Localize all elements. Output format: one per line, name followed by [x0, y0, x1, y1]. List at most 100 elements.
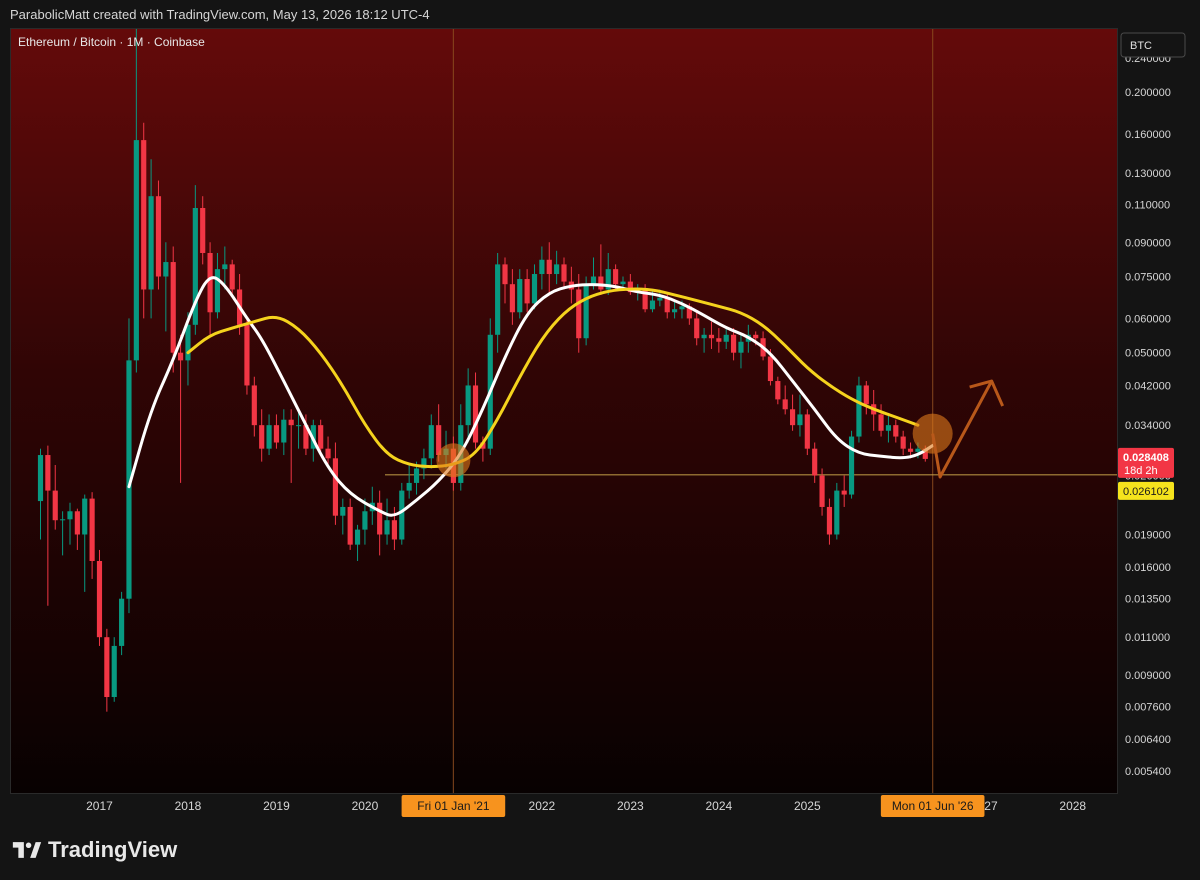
- candle-body: [428, 425, 434, 459]
- candle-body: [207, 252, 213, 313]
- candle-body: [281, 419, 287, 443]
- candle-body: [45, 455, 51, 491]
- candle-body: [502, 264, 508, 285]
- x-tick-label: 2023: [617, 799, 644, 813]
- candle-body: [694, 318, 700, 339]
- candle: [119, 591, 125, 656]
- candle-body: [340, 506, 346, 516]
- y-tick-label: 0.130000: [1125, 168, 1171, 180]
- candle-body: [834, 490, 840, 535]
- candle-body: [141, 140, 147, 290]
- candle-body: [546, 259, 552, 275]
- candle-body: [347, 506, 353, 545]
- candle-body: [377, 502, 383, 535]
- candle-body: [775, 381, 781, 400]
- price-chart[interactable]: Ethereum / Bitcoin · 1M · Coinbase 0.240…: [0, 0, 1200, 820]
- candle: [856, 376, 862, 443]
- candle-body: [200, 207, 206, 253]
- currency-button[interactable]: BTC: [1120, 32, 1186, 58]
- candle-body: [111, 645, 117, 698]
- x-tick-label: 2028: [1059, 799, 1086, 813]
- candle: [126, 318, 132, 614]
- candle-body: [708, 334, 715, 339]
- x-tick-label: 2020: [352, 799, 379, 813]
- candle-body: [576, 289, 582, 339]
- candle-body: [413, 468, 420, 483]
- candle-body: [214, 269, 221, 313]
- candle-body: [148, 196, 154, 290]
- candle-body: [590, 276, 597, 285]
- candle-body: [60, 519, 66, 521]
- candle-body: [561, 264, 567, 282]
- candle-body: [812, 448, 818, 476]
- candle-body: [738, 341, 744, 353]
- candle: [96, 549, 103, 646]
- candle-body: [52, 490, 58, 521]
- y-tick-label: 0.009000: [1125, 670, 1171, 682]
- y-tick-label: 0.200000: [1125, 87, 1171, 99]
- tradingview-logo-icon: [12, 842, 42, 858]
- footer: TradingView: [0, 820, 1200, 880]
- candle-body: [672, 309, 678, 313]
- candle-body: [531, 274, 538, 304]
- candle-body: [679, 306, 685, 310]
- tradingview-brand[interactable]: TradingView: [12, 837, 177, 863]
- candle-body: [325, 448, 331, 459]
- currency-label: BTC: [1130, 40, 1152, 52]
- y-tick-label: 0.019000: [1125, 529, 1171, 541]
- current-price-value: 0.028408: [1123, 452, 1169, 464]
- candle-body: [649, 300, 656, 310]
- x-tick-label: 2025: [794, 799, 821, 813]
- candle-body: [701, 334, 707, 339]
- candle-body: [229, 264, 235, 290]
- candle-body: [96, 561, 103, 638]
- candle-countdown: 18d 2h: [1124, 465, 1158, 477]
- candle-body: [89, 498, 95, 562]
- y-tick-label: 0.075000: [1125, 272, 1171, 284]
- candle-body: [163, 262, 169, 277]
- candle-body: [907, 448, 914, 452]
- candle: [583, 276, 589, 346]
- candle-body: [767, 356, 774, 382]
- candle-body: [74, 511, 80, 535]
- x-tick-label: 2022: [529, 799, 556, 813]
- candle-body: [716, 338, 722, 342]
- candle-body: [362, 511, 368, 530]
- candle: [848, 430, 855, 499]
- candle-body: [273, 425, 280, 443]
- candle-body: [391, 520, 397, 540]
- candle-body: [863, 385, 869, 405]
- crosshair-date-label: Mon 01 Jun '26: [880, 795, 985, 817]
- candle-body: [900, 436, 906, 449]
- current-price-tag: 0.02840818d 2h: [1118, 447, 1174, 478]
- candle-body: [178, 352, 184, 361]
- candle-body: [509, 284, 515, 313]
- level-price-value: 0.026102: [1123, 486, 1169, 498]
- y-tick-label: 0.060000: [1125, 313, 1171, 325]
- candle-body: [288, 419, 294, 426]
- candle-body: [406, 482, 412, 491]
- x-tick-label: 2024: [705, 799, 732, 813]
- candle-body: [354, 529, 361, 545]
- candle-body: [856, 385, 862, 437]
- symbol-legend: Ethereum / Bitcoin · 1M · Coinbase: [18, 35, 205, 49]
- candle-body: [465, 385, 471, 426]
- candle-body: [472, 385, 479, 443]
- candle: [834, 482, 840, 540]
- y-tick-label: 0.090000: [1125, 237, 1171, 249]
- candle-body: [620, 281, 626, 285]
- candle-body: [841, 490, 847, 495]
- candle-body: [598, 276, 604, 290]
- candle-body: [185, 324, 191, 361]
- y-tick-label: 0.007600: [1125, 702, 1171, 714]
- y-tick-label: 0.005400: [1125, 766, 1171, 778]
- y-tick-label: 0.006400: [1125, 734, 1171, 746]
- x-tick-label: 2019: [263, 799, 290, 813]
- y-tick-label: 0.034000: [1125, 420, 1171, 432]
- candle-body: [266, 425, 272, 449]
- candle-body: [804, 414, 810, 449]
- y-tick-label: 0.050000: [1125, 348, 1171, 360]
- level-price-tag: 0.026102: [1118, 481, 1174, 500]
- candle-body: [119, 598, 125, 646]
- candle-body: [539, 259, 545, 275]
